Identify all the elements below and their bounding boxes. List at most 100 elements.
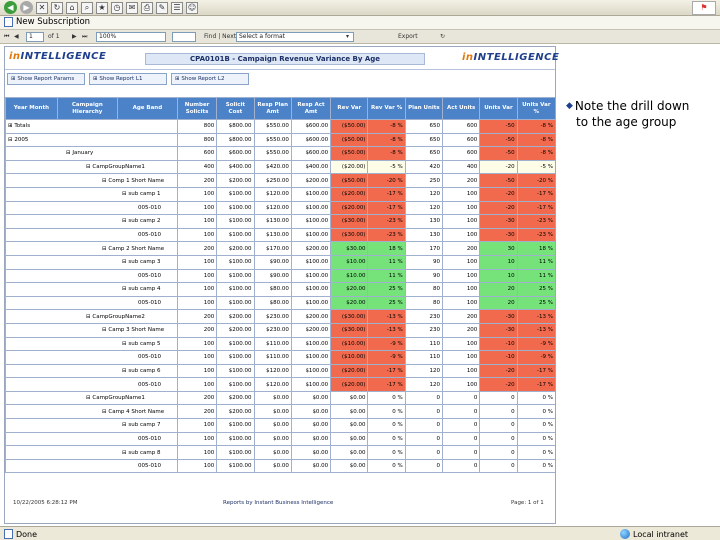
messenger-icon[interactable]: ☺ xyxy=(186,1,198,14)
favorites-icon[interactable]: ★ xyxy=(96,1,108,14)
show-report-l2-button[interactable]: ⊞ Show Report L2 xyxy=(171,73,249,85)
refresh-report-icon[interactable]: ↻ xyxy=(440,32,445,42)
hierarchy-label: 005-010 xyxy=(138,272,161,279)
edit-icon[interactable]: ✎ xyxy=(156,1,168,14)
value-cell: $100.00 xyxy=(290,254,332,270)
status-bar: Done Local intranet xyxy=(0,526,720,540)
hierarchy-cell[interactable]: ⊟ sub camp 4 xyxy=(5,282,178,297)
search-icon[interactable]: ⌕ xyxy=(81,1,93,14)
annotation-line-1: ◆ Note the drill down xyxy=(566,98,716,114)
hierarchy-cell[interactable]: ⊟ sub camp 1 xyxy=(5,186,178,202)
value-cell: -9 % xyxy=(516,350,555,365)
hierarchy-cell[interactable]: ⊟ sub camp 6 xyxy=(5,363,178,379)
hierarchy-cell[interactable]: 005-010 xyxy=(5,377,178,392)
export-format-select[interactable]: Select a format xyxy=(236,32,354,42)
next-page-icon[interactable]: ▶ xyxy=(72,32,77,42)
value-cell: 200 xyxy=(176,241,218,256)
hierarchy-cell[interactable]: ⊟ sub camp 3 xyxy=(5,254,178,270)
discuss-icon[interactable]: ☰ xyxy=(171,1,183,14)
hierarchy-cell[interactable]: 005-010 xyxy=(5,268,178,284)
value-cell: -20 xyxy=(479,186,518,202)
print-icon[interactable]: ⎙ xyxy=(141,1,153,14)
value-cell: 600 xyxy=(442,119,481,134)
value-cell: -8 % xyxy=(516,132,555,148)
hierarchy-cell[interactable]: ⊟ sub camp 5 xyxy=(5,336,178,352)
hierarchy-cell[interactable]: ⊞ Totals xyxy=(5,119,178,134)
value-cell: $120.00 xyxy=(253,200,292,216)
value-cell: $0.00 xyxy=(253,445,292,460)
value-cell: -20 xyxy=(479,363,518,379)
hierarchy-cell[interactable]: ⊟ sub camp 7 xyxy=(5,418,178,433)
hierarchy-cell[interactable]: ⊟ Camp 2 Short Name xyxy=(5,241,178,256)
footer-date: 10/22/2005 6:28:12 PM xyxy=(13,500,78,506)
show-report-l1-button[interactable]: ⊞ Show Report L1 xyxy=(89,73,167,85)
table-row: ⊟ sub camp 4 100 $100.00 $80.00 $100.00 $20.0… xyxy=(5,282,555,297)
column-header: Year Month xyxy=(5,97,58,120)
column-header: Units Var % xyxy=(516,97,555,120)
page-icon xyxy=(4,17,13,27)
forward-icon[interactable]: ▶ xyxy=(20,1,33,14)
browser-window: ◀ ▶ ✕ ↻ ⌂ ⌕ ★ ◷ ✉ ⎙ ✎ ☰ ☺ ⚑ New Subscrip… xyxy=(0,0,720,540)
page-number-input[interactable]: 1 xyxy=(26,32,44,42)
status-left: Done xyxy=(4,529,37,539)
value-cell: 100 xyxy=(176,295,218,311)
value-cell: 0 xyxy=(479,390,518,406)
table-row: ⊟ CampGroupName2 200 $200.00 $230.00 $200.00… xyxy=(5,309,555,324)
zoom-select[interactable]: 100% xyxy=(96,32,166,42)
first-page-icon[interactable]: ⏮ xyxy=(4,32,9,42)
hierarchy-cell[interactable]: ⊟ 2005 xyxy=(5,132,178,148)
hierarchy-cell[interactable]: 005-010 xyxy=(5,200,178,216)
table-row: ⊟ CampGroupName1 200 $200.00 $0.00 $0.00 $0.0… xyxy=(5,390,555,406)
hierarchy-cell[interactable]: ⊟ sub camp 8 xyxy=(5,445,178,460)
history-icon[interactable]: ◷ xyxy=(111,1,123,14)
hierarchy-cell[interactable]: ⊟ CampGroupName1 xyxy=(5,159,178,175)
hierarchy-cell[interactable]: 005-010 xyxy=(5,350,178,365)
table-header-row: Year Month Campaign Hierarchy Age Band Numb… xyxy=(5,97,555,120)
hierarchy-cell[interactable]: 005-010 xyxy=(5,431,178,447)
value-cell: $200.00 xyxy=(290,241,332,256)
hierarchy-label: ⊟ CampGroupName1 xyxy=(86,164,145,171)
hierarchy-label: ⊟ sub camp 6 xyxy=(122,367,161,374)
hierarchy-label: 005-010 xyxy=(138,354,161,361)
value-cell: 100 xyxy=(442,214,481,229)
last-page-icon[interactable]: ⏭ xyxy=(82,32,87,42)
value-cell: -50 xyxy=(479,132,518,148)
value-cell: 100 xyxy=(442,186,481,202)
value-cell: 200 xyxy=(176,309,218,324)
column-header: Resp Act Amt xyxy=(290,97,332,120)
value-cell: -17 % xyxy=(516,186,555,202)
hierarchy-cell[interactable]: ⊟ Camp 4 Short Name xyxy=(5,404,178,420)
hierarchy-label: 005-010 xyxy=(138,300,161,307)
table-row: 005-010 100 $100.00 $130.00 $100.00 ($30.00) -… xyxy=(5,227,555,243)
hierarchy-cell[interactable]: ⊟ CampGroupName1 xyxy=(5,390,178,406)
page-tab[interactable]: New Subscription xyxy=(4,17,90,27)
value-cell: $100.00 xyxy=(290,186,332,202)
refresh-icon[interactable]: ↻ xyxy=(51,1,63,14)
value-cell: $100.00 xyxy=(216,227,255,243)
home-icon[interactable]: ⌂ xyxy=(66,1,78,14)
value-cell: 0 xyxy=(479,431,518,447)
value-cell: 110 xyxy=(404,350,444,365)
mail-icon[interactable]: ✉ xyxy=(126,1,138,14)
hierarchy-cell[interactable]: ⊟ January xyxy=(5,146,178,161)
stop-icon[interactable]: ✕ xyxy=(36,1,48,14)
prev-page-icon[interactable]: ◀ xyxy=(14,32,19,42)
hierarchy-cell[interactable]: ⊟ Camp 3 Short Name xyxy=(5,322,178,338)
hierarchy-cell[interactable]: 005-010 xyxy=(5,458,178,474)
show-report-params-button[interactable]: ⊞ Show Report Params xyxy=(7,73,85,85)
back-icon[interactable]: ◀ xyxy=(4,1,17,14)
value-cell: 25 % xyxy=(367,282,406,297)
hierarchy-cell[interactable]: ⊟ Comp 1 Short Name xyxy=(5,173,178,188)
export-link[interactable]: Export xyxy=(398,32,418,42)
value-cell: -50 xyxy=(479,146,518,161)
report-divider xyxy=(5,69,555,70)
value-cell: $100.00 xyxy=(216,445,255,460)
hierarchy-cell[interactable]: 005-010 xyxy=(5,295,178,311)
value-cell: $600.00 xyxy=(216,146,255,161)
find-next-link[interactable]: Find | Next xyxy=(204,32,236,42)
find-input[interactable] xyxy=(172,32,196,42)
chevron-down-icon[interactable]: ▾ xyxy=(346,32,349,42)
hierarchy-cell[interactable]: ⊟ sub camp 2 xyxy=(5,214,178,229)
hierarchy-cell[interactable]: ⊟ CampGroupName2 xyxy=(5,309,178,324)
hierarchy-cell[interactable]: 005-010 xyxy=(5,227,178,243)
